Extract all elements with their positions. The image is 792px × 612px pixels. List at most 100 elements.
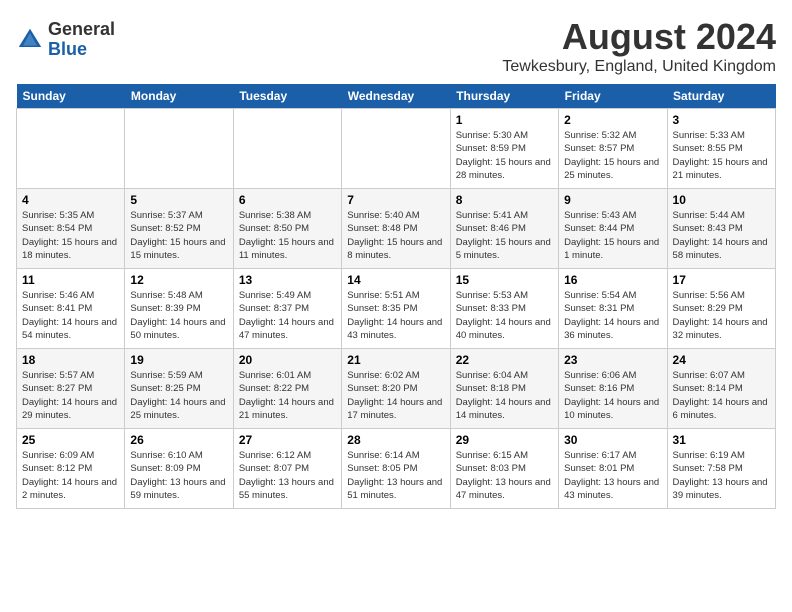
cell-info-text: Sunrise: 6:17 AM Sunset: 8:01 PM Dayligh… — [564, 449, 661, 502]
date-number: 16 — [564, 273, 661, 287]
calendar-cell: 11 Sunrise: 5:46 AM Sunset: 8:41 PM Dayli… — [17, 269, 125, 349]
logo-general-text: General — [48, 20, 115, 40]
day-header-tuesday: Tuesday — [233, 84, 341, 109]
calendar-cell: 17 Sunrise: 5:56 AM Sunset: 8:29 PM Dayli… — [667, 269, 775, 349]
date-number: 13 — [239, 273, 336, 287]
date-number: 21 — [347, 353, 444, 367]
calendar-cell: 28Sunrise: 6:14 AM Sunset: 8:05 PM Dayli… — [342, 429, 450, 509]
date-number: 2 — [564, 113, 661, 127]
location-subtitle: Tewkesbury, England, United Kingdom — [502, 58, 776, 76]
cell-info-text: Sunrise: 6:06 AM Sunset: 8:16 PM Dayligh… — [564, 369, 661, 422]
date-number: 18 — [22, 353, 119, 367]
calendar-cell: 26 Sunrise: 6:10 AM Sunset: 8:09 PM Dayli… — [125, 429, 233, 509]
calendar-cell: 1 Sunrise: 5:30 AM Sunset: 8:59 PM Daylig… — [450, 109, 558, 189]
date-number: 27 — [239, 433, 336, 447]
day-header-wednesday: Wednesday — [342, 84, 450, 109]
date-number: 29 — [456, 433, 553, 447]
cell-info-text: Sunrise: 5:48 AM Sunset: 8:39 PM Dayligh… — [130, 289, 227, 342]
cell-info-text: Sunrise: 6:01 AM Sunset: 8:22 PM Dayligh… — [239, 369, 336, 422]
date-number: 25 — [22, 433, 119, 447]
cell-info-text: Sunrise: 5:46 AM Sunset: 8:41 PM Dayligh… — [22, 289, 119, 342]
date-number: 12 — [130, 273, 227, 287]
calendar-cell: 8 Sunrise: 5:41 AM Sunset: 8:46 PM Daylig… — [450, 189, 558, 269]
date-number: 19 — [130, 353, 227, 367]
calendar-cell: 22Sunrise: 6:04 AM Sunset: 8:18 PM Dayli… — [450, 349, 558, 429]
cell-info-text: Sunrise: 5:33 AM Sunset: 8:55 PM Dayligh… — [673, 129, 770, 182]
calendar-cell: 30 Sunrise: 6:17 AM Sunset: 8:01 PM Dayli… — [559, 429, 667, 509]
date-number: 11 — [22, 273, 119, 287]
calendar-cell: 25 Sunrise: 6:09 AM Sunset: 8:12 PM Dayli… — [17, 429, 125, 509]
day-header-saturday: Saturday — [667, 84, 775, 109]
calendar-cell: 12 Sunrise: 5:48 AM Sunset: 8:39 PM Dayli… — [125, 269, 233, 349]
date-number: 17 — [673, 273, 770, 287]
date-number: 14 — [347, 273, 444, 287]
cell-info-text: Sunrise: 5:56 AM Sunset: 8:29 PM Dayligh… — [673, 289, 770, 342]
date-number: 1 — [456, 113, 553, 127]
day-header-thursday: Thursday — [450, 84, 558, 109]
date-number: 30 — [564, 433, 661, 447]
cell-info-text: Sunrise: 5:44 AM Sunset: 8:43 PM Dayligh… — [673, 209, 770, 262]
calendar-cell: 18 Sunrise: 5:57 AM Sunset: 8:27 PM Dayli… — [17, 349, 125, 429]
cell-info-text: Sunrise: 5:43 AM Sunset: 8:44 PM Dayligh… — [564, 209, 661, 262]
date-number: 9 — [564, 193, 661, 207]
cell-info-text: Sunrise: 5:38 AM Sunset: 8:50 PM Dayligh… — [239, 209, 336, 262]
calendar-cell: 27Sunrise: 6:12 AM Sunset: 8:07 PM Dayli… — [233, 429, 341, 509]
cell-info-text: Sunrise: 6:07 AM Sunset: 8:14 PM Dayligh… — [673, 369, 770, 422]
calendar-cell: 3Sunrise: 5:33 AM Sunset: 8:55 PM Daylig… — [667, 109, 775, 189]
cell-info-text: Sunrise: 6:15 AM Sunset: 8:03 PM Dayligh… — [456, 449, 553, 502]
day-header-sunday: Sunday — [17, 84, 125, 109]
cell-info-text: Sunrise: 5:41 AM Sunset: 8:46 PM Dayligh… — [456, 209, 553, 262]
date-number: 20 — [239, 353, 336, 367]
cell-info-text: Sunrise: 5:54 AM Sunset: 8:31 PM Dayligh… — [564, 289, 661, 342]
date-number: 31 — [673, 433, 770, 447]
date-number: 24 — [673, 353, 770, 367]
week-row-4: 18 Sunrise: 5:57 AM Sunset: 8:27 PM Dayli… — [17, 349, 776, 429]
week-row-3: 11 Sunrise: 5:46 AM Sunset: 8:41 PM Dayli… — [17, 269, 776, 349]
calendar-cell: 14 Sunrise: 5:51 AM Sunset: 8:35 PM Dayli… — [342, 269, 450, 349]
calendar-cell — [342, 109, 450, 189]
calendar-table: SundayMondayTuesdayWednesdayThursdayFrid… — [16, 84, 776, 509]
cell-info-text: Sunrise: 5:51 AM Sunset: 8:35 PM Dayligh… — [347, 289, 444, 342]
cell-info-text: Sunrise: 5:35 AM Sunset: 8:54 PM Dayligh… — [22, 209, 119, 262]
date-number: 26 — [130, 433, 227, 447]
logo: General Blue — [16, 20, 115, 60]
date-number: 15 — [456, 273, 553, 287]
day-header-monday: Monday — [125, 84, 233, 109]
date-number: 8 — [456, 193, 553, 207]
cell-info-text: Sunrise: 5:32 AM Sunset: 8:57 PM Dayligh… — [564, 129, 661, 182]
calendar-cell: 20 Sunrise: 6:01 AM Sunset: 8:22 PM Dayli… — [233, 349, 341, 429]
week-row-1: 1 Sunrise: 5:30 AM Sunset: 8:59 PM Daylig… — [17, 109, 776, 189]
calendar-cell: 19 Sunrise: 5:59 AM Sunset: 8:25 PM Dayli… — [125, 349, 233, 429]
date-number: 23 — [564, 353, 661, 367]
date-number: 6 — [239, 193, 336, 207]
calendar-cell: 16 Sunrise: 5:54 AM Sunset: 8:31 PM Dayli… — [559, 269, 667, 349]
calendar-cell: 10 Sunrise: 5:44 AM Sunset: 8:43 PM Dayli… — [667, 189, 775, 269]
calendar-cell: 23 Sunrise: 6:06 AM Sunset: 8:16 PM Dayli… — [559, 349, 667, 429]
date-number: 22 — [456, 353, 553, 367]
calendar-header-row: SundayMondayTuesdayWednesdayThursdayFrid… — [17, 84, 776, 109]
calendar-cell: 31Sunrise: 6:19 AM Sunset: 7:58 PM Dayli… — [667, 429, 775, 509]
calendar-cell: 5Sunrise: 5:37 AM Sunset: 8:52 PM Daylig… — [125, 189, 233, 269]
calendar-cell: 29 Sunrise: 6:15 AM Sunset: 8:03 PM Dayli… — [450, 429, 558, 509]
date-number: 10 — [673, 193, 770, 207]
calendar-cell: 4Sunrise: 5:35 AM Sunset: 8:54 PM Daylig… — [17, 189, 125, 269]
calendar-cell: 21 Sunrise: 6:02 AM Sunset: 8:20 PM Dayli… — [342, 349, 450, 429]
cell-info-text: Sunrise: 5:57 AM Sunset: 8:27 PM Dayligh… — [22, 369, 119, 422]
calendar-cell: 15 Sunrise: 5:53 AM Sunset: 8:33 PM Dayli… — [450, 269, 558, 349]
cell-info-text: Sunrise: 6:09 AM Sunset: 8:12 PM Dayligh… — [22, 449, 119, 502]
month-year-title: August 2024 — [502, 16, 776, 58]
cell-info-text: Sunrise: 5:53 AM Sunset: 8:33 PM Dayligh… — [456, 289, 553, 342]
cell-info-text: Sunrise: 5:37 AM Sunset: 8:52 PM Dayligh… — [130, 209, 227, 262]
week-row-2: 4Sunrise: 5:35 AM Sunset: 8:54 PM Daylig… — [17, 189, 776, 269]
cell-info-text: Sunrise: 6:02 AM Sunset: 8:20 PM Dayligh… — [347, 369, 444, 422]
logo-icon — [16, 26, 44, 54]
calendar-cell: 6 Sunrise: 5:38 AM Sunset: 8:50 PM Daylig… — [233, 189, 341, 269]
cell-info-text: Sunrise: 5:30 AM Sunset: 8:59 PM Dayligh… — [456, 129, 553, 182]
calendar-cell — [233, 109, 341, 189]
date-number: 28 — [347, 433, 444, 447]
cell-info-text: Sunrise: 6:10 AM Sunset: 8:09 PM Dayligh… — [130, 449, 227, 502]
calendar-cell: 13Sunrise: 5:49 AM Sunset: 8:37 PM Dayli… — [233, 269, 341, 349]
cell-info-text: Sunrise: 5:59 AM Sunset: 8:25 PM Dayligh… — [130, 369, 227, 422]
logo-blue-text: Blue — [48, 40, 115, 60]
calendar-cell — [17, 109, 125, 189]
